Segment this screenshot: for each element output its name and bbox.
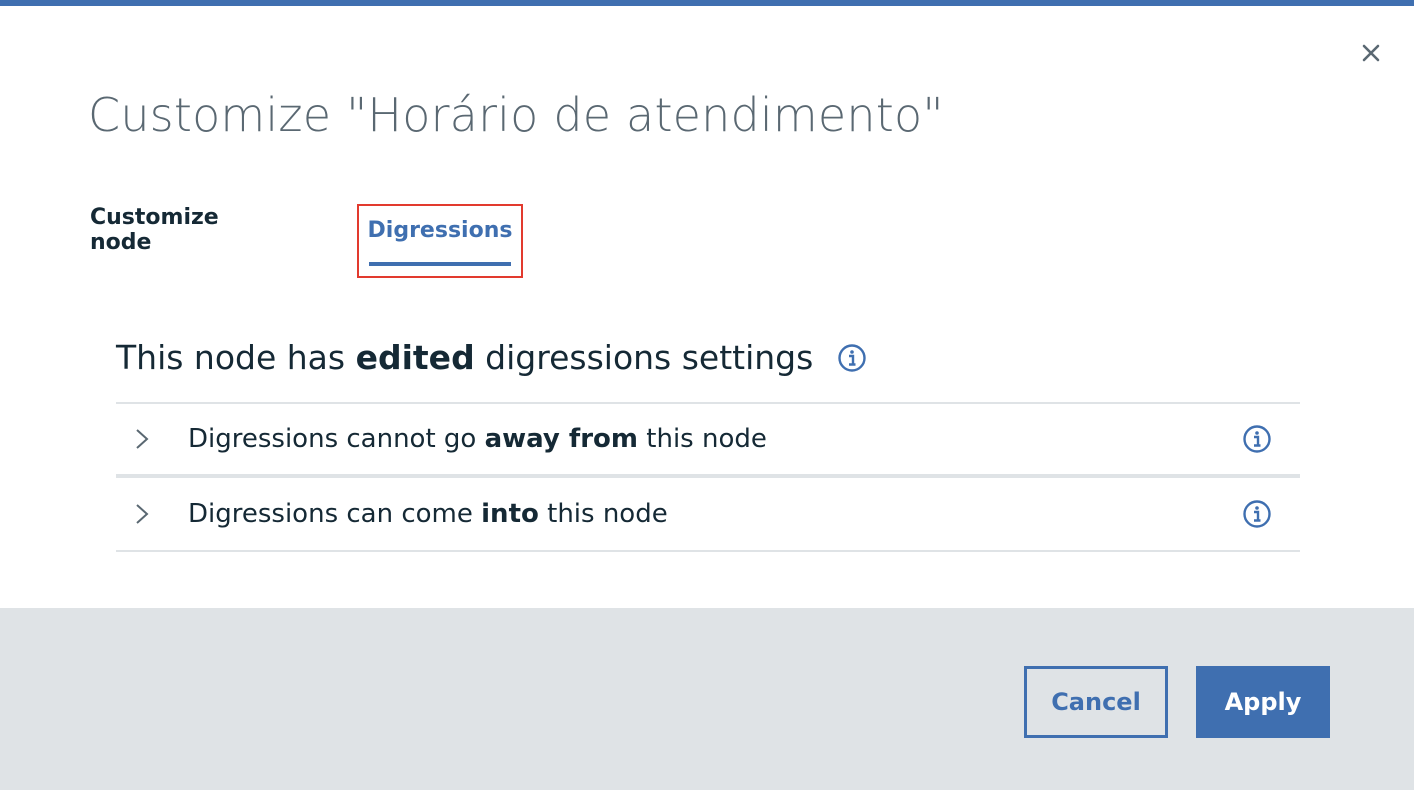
cancel-button[interactable]: Cancel [1024, 666, 1168, 738]
heading-bold: edited [355, 338, 475, 377]
close-icon [1362, 44, 1380, 62]
info-icon[interactable] [1242, 424, 1272, 454]
accordion-item-label: Digressions cannot go away from this nod… [188, 424, 767, 454]
close-button[interactable] [1355, 37, 1387, 69]
heading-prefix: This node has [116, 338, 356, 377]
accordion-item-label: Digressions can come into this node [188, 499, 668, 529]
customize-dialog: Customize "Horário de atendimento" Custo… [0, 0, 1414, 790]
accordion-item-away-from[interactable]: Digressions cannot go away from this nod… [116, 404, 1300, 478]
apply-button[interactable]: Apply [1196, 666, 1330, 738]
info-icon[interactable] [1242, 499, 1272, 529]
heading-suffix: digressions settings [474, 338, 814, 377]
digressions-accordion: Digressions cannot go away from this nod… [116, 402, 1300, 552]
tab-customize-node[interactable]: Customize node [90, 204, 280, 278]
dialog-title: Customize "Horário de atendimento" [88, 88, 944, 142]
digressions-heading: This node has edited digressions setting… [116, 338, 867, 377]
chevron-right-icon [136, 504, 149, 524]
info-icon[interactable] [837, 343, 867, 373]
dialog-top-accent-bar [0, 0, 1414, 6]
tab-customize-node-label: Customize node [90, 205, 219, 255]
active-tab-indicator [369, 262, 511, 266]
accordion-item-into[interactable]: Digressions can come into this node [116, 478, 1300, 552]
tab-digressions[interactable]: Digressions [357, 204, 523, 278]
tab-digressions-label: Digressions [367, 217, 513, 243]
chevron-right-icon [136, 429, 149, 449]
dialog-footer: Cancel Apply [0, 608, 1414, 790]
